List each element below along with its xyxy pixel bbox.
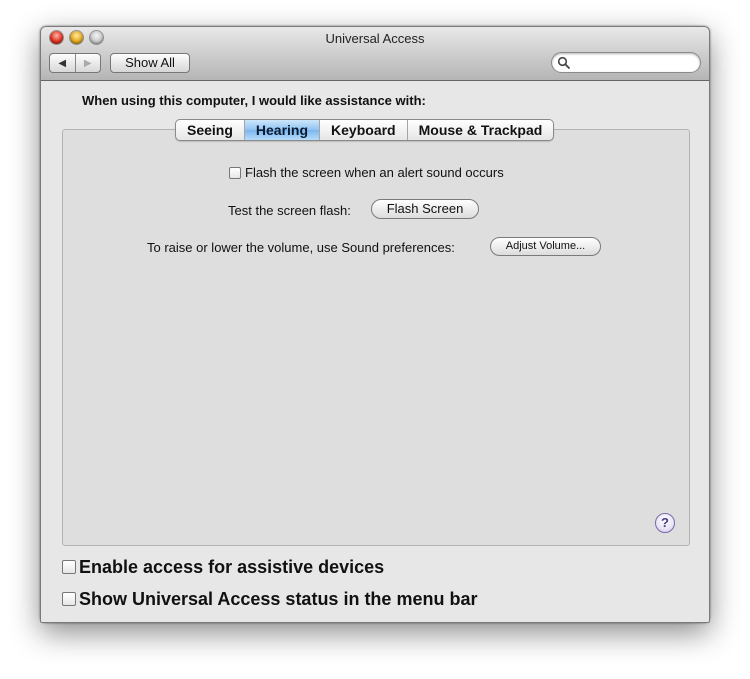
tab-content-panel: Flash the screen when an alert sound occ… [62,129,690,546]
assistive-devices-checkbox[interactable] [62,560,76,574]
tab-mouse-trackpad[interactable]: Mouse & Trackpad [406,120,554,140]
menu-bar-status-label: Show Universal Access status in the menu… [79,589,478,609]
preference-tabs: Seeing Hearing Keyboard Mouse & Trackpad [175,119,555,141]
assistance-prompt: When using this computer, I would like a… [82,93,426,108]
titlebar[interactable]: Universal Access ◀ ▶ Show All [41,27,709,81]
menu-bar-status-checkbox[interactable] [62,592,76,606]
volume-label: To raise or lower the volume, use Sound … [147,240,455,255]
assistive-devices-label: Enable access for assistive devices [79,557,385,577]
flash-screen-button[interactable]: Flash Screen [371,199,479,219]
search-field[interactable] [551,52,701,73]
forward-arrow-icon[interactable]: ▶ [74,54,101,72]
flash-alert-label: Flash the screen when an alert sound occ… [245,165,504,180]
adjust-volume-button[interactable]: Adjust Volume... [490,237,601,256]
tab-keyboard[interactable]: Keyboard [319,120,407,140]
flash-alert-row[interactable]: Flash the screen when an alert sound occ… [229,165,504,180]
universal-access-window: Universal Access ◀ ▶ Show All When using… [40,26,710,623]
menu-bar-status-row[interactable]: Show Universal Access status in the menu… [62,589,477,610]
back-arrow-icon[interactable]: ◀ [50,54,75,72]
assistive-devices-row[interactable]: Enable access for assistive devices [62,557,384,578]
search-input[interactable] [572,55,698,71]
window-title: Universal Access [325,31,425,46]
test-flash-label: Test the screen flash: [228,203,351,218]
back-forward-control: ◀ ▶ [49,53,101,73]
flash-alert-checkbox[interactable] [229,167,241,179]
search-icon [557,56,570,69]
help-icon[interactable]: ? [655,513,675,533]
tab-hearing[interactable]: Hearing [243,120,320,140]
show-all-button[interactable]: Show All [110,53,190,73]
tab-seeing[interactable]: Seeing [176,120,244,140]
